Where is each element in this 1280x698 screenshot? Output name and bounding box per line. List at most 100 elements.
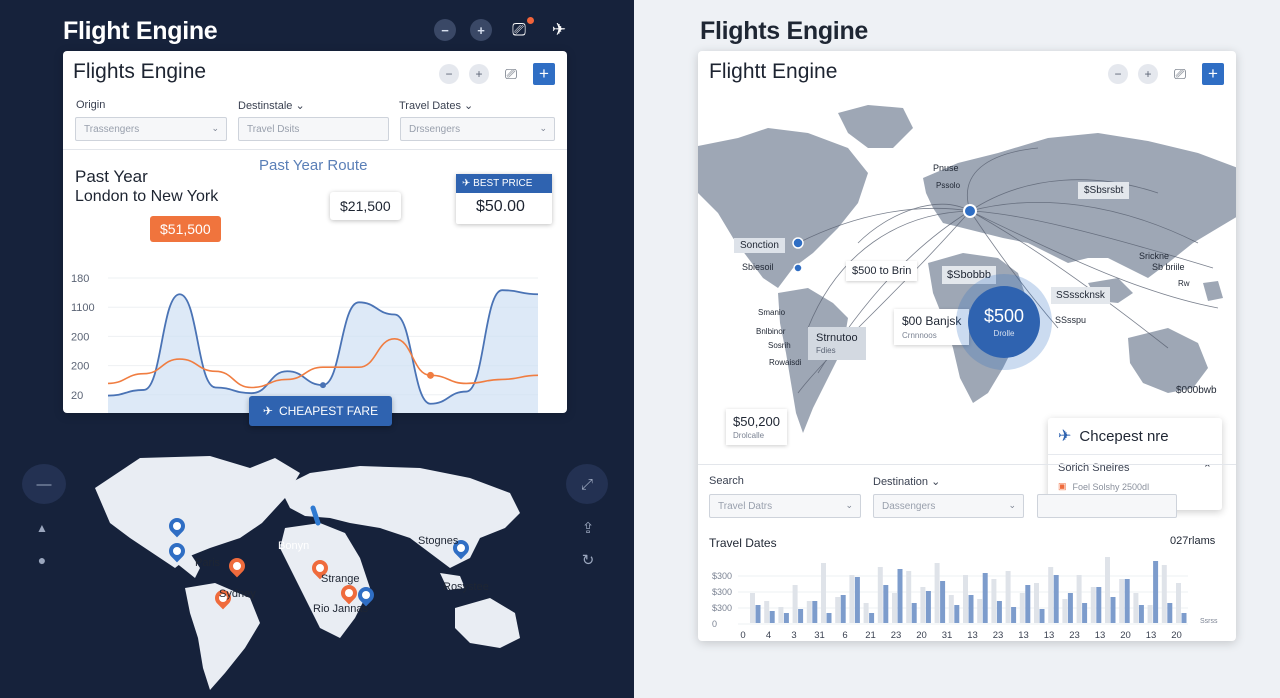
map-label-bonyn: Bonyn: [278, 540, 310, 552]
best-price-value: $50.00: [476, 198, 525, 215]
airplane-icon[interactable]: ✈: [546, 19, 572, 41]
bar-blue: [755, 605, 761, 623]
add-button[interactable]: +: [533, 63, 555, 85]
map-label-section: Sonction: [734, 238, 785, 253]
expand-button[interactable]: ⤢: [566, 464, 608, 504]
ticket-icon[interactable]: ⎚: [1168, 64, 1192, 84]
bar-blue: [897, 569, 903, 623]
triangle-icon[interactable]: ▲: [32, 518, 52, 538]
bar-blue: [1025, 585, 1031, 623]
minus-icon[interactable]: −: [439, 64, 459, 84]
bar-blue: [1039, 609, 1045, 623]
bar-light: [977, 599, 983, 623]
right-panel: Flights Engine Flightt Engine − + ⎚ + Pn…: [634, 0, 1280, 698]
bar-light: [877, 567, 883, 623]
bar-blue: [925, 591, 931, 623]
minus-icon[interactable]: −: [434, 19, 456, 41]
divider: [698, 464, 1236, 465]
bar-light: [778, 607, 784, 623]
bar-light: [1076, 575, 1082, 623]
map-label-500-brin: $500 to Brin: [846, 261, 918, 281]
bar-blue: [769, 611, 775, 623]
destination-label: Destinstale ⌄: [238, 100, 305, 112]
bar-blue: [1167, 603, 1173, 623]
bar-light: [892, 593, 897, 623]
x-tick-label: 6: [842, 630, 847, 641]
bar-light: [1119, 579, 1125, 623]
bar-light: [1176, 583, 1181, 623]
bar-blue: [968, 595, 974, 623]
tag-icon: ▣: [1058, 481, 1067, 491]
passengers-select[interactable]: Dassengers ⌄: [873, 494, 1024, 518]
x-tick-label: 20: [1171, 630, 1182, 641]
popup-row[interactable]: Sorich Sneires ⌃: [1048, 455, 1222, 475]
best-price-header: ✈ BEST PRICE: [456, 174, 552, 193]
bar-blue: [911, 603, 917, 623]
bar-light: [1048, 567, 1054, 623]
x-tick-label: 3: [791, 630, 796, 641]
minus-icon[interactable]: −: [1108, 64, 1128, 84]
circle-icon[interactable]: ●: [32, 550, 52, 570]
bar-blue: [982, 573, 988, 623]
bar-light: [920, 587, 926, 623]
map-label-smaio: Smanio: [758, 308, 786, 317]
bar-light: [1133, 593, 1139, 623]
map-label-strnutoo: Strnutoo Fdies: [808, 327, 866, 360]
ticket-icon[interactable]: ⎚: [506, 17, 534, 41]
bar-light: [963, 575, 968, 623]
app-title: Flights Engine: [700, 17, 869, 45]
map-label-sspsu: SSsspu: [1055, 315, 1087, 325]
map-label-sydney: Sydney: [219, 588, 256, 600]
bar-blue: [940, 581, 946, 623]
y-tick-label: $300: [712, 587, 732, 597]
cheapest-fare-button[interactable]: ✈ CHEAPEST FARE: [249, 396, 392, 426]
bar-light: [1034, 583, 1039, 623]
map-label-bribile: Sb briile: [1152, 262, 1185, 272]
best-price-box: ✈ BEST PRICE $50.00: [456, 174, 552, 224]
highlight-sub: Drolle: [993, 329, 1015, 338]
x-tick-label: 21: [865, 630, 876, 641]
card-title: Flights Engine: [73, 60, 207, 83]
highlight-price: $500: [983, 306, 1025, 326]
collapse-button[interactable]: —: [22, 464, 66, 504]
plus-icon[interactable]: +: [1138, 64, 1158, 84]
refresh-icon[interactable]: ↻: [578, 550, 598, 570]
map-label-sssruk: SSsscknsk: [1051, 287, 1110, 304]
map-label-strnutoo-title: Strnutoo: [816, 332, 858, 344]
bar-blue: [1153, 561, 1159, 623]
x-tick-label: 20: [916, 630, 927, 641]
share-icon[interactable]: ⇪: [578, 518, 598, 538]
add-button[interactable]: +: [1202, 63, 1224, 85]
bar-light: [1019, 593, 1025, 623]
top-toolbar: − + ⎚ ✈: [434, 17, 572, 41]
notification-dot: [527, 17, 534, 24]
map-label-paris: Paris: [195, 557, 221, 569]
bar-light: [821, 563, 826, 623]
bar-light: [1062, 599, 1068, 623]
bar-blue: [869, 613, 875, 623]
bar-light: [764, 601, 770, 623]
plus-icon[interactable]: +: [469, 64, 489, 84]
bar-blue: [812, 601, 818, 623]
y-tick-label: 200: [71, 331, 89, 343]
x-tick-label: 31: [814, 630, 825, 641]
bar-blue: [1067, 593, 1073, 623]
passengers-select-2[interactable]: Drssengers ⌄: [400, 117, 555, 141]
x-tick-label: 23: [891, 630, 902, 641]
map-label-aus: $000bwb: [1176, 385, 1217, 396]
map-label-50200: $50,200 Drolcalle: [726, 409, 787, 445]
ticket-icon[interactable]: ⎚: [499, 64, 523, 84]
bar-light: [863, 603, 869, 623]
highlight-circle[interactable]: $500 Drolle: [956, 274, 1052, 370]
flights-card: Flights Engine − + ⎚ + Origin Destinstal…: [63, 51, 567, 413]
travel-dates-field[interactable]: Travel Dsits: [238, 117, 389, 141]
bar-light: [806, 601, 812, 623]
bar-light: [1161, 565, 1167, 623]
third-select[interactable]: [1037, 494, 1177, 518]
plus-icon[interactable]: +: [470, 19, 492, 41]
bar-light: [849, 575, 855, 623]
travel-dates-select[interactable]: Travel Datrs ⌄: [709, 494, 861, 518]
chevron-down-icon: ⌄: [1008, 500, 1016, 510]
bar-blue: [840, 595, 846, 623]
passengers-select[interactable]: Trassengers ⌄: [75, 117, 227, 141]
